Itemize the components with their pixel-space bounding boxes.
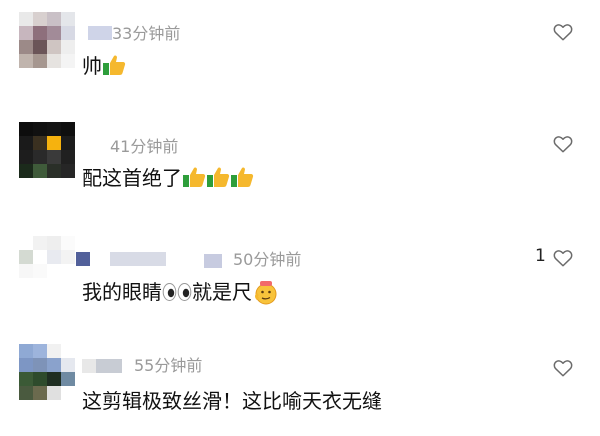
username[interactable]: [88, 26, 112, 40]
username[interactable]: [204, 254, 222, 268]
comment-timestamp: 55分钟前: [134, 356, 203, 375]
heart-outline-icon[interactable]: [553, 249, 573, 267]
comment-text: 我的眼睛 就是尺: [82, 279, 280, 305]
thumbs-up-icon: [207, 167, 230, 187]
thinking-face-666-icon: [255, 281, 277, 305]
eyes-icon: [162, 283, 177, 301]
comment-timestamp: 41分钟前: [110, 137, 179, 156]
thumbs-up-icon: [103, 55, 126, 75]
avatar[interactable]: [19, 12, 75, 68]
comment-text-content: 帅: [82, 54, 102, 78]
comment-text: 配这首绝了: [82, 165, 254, 191]
comment-item: 55分钟前 这剪辑极致丝滑！这比喻天衣无缝: [0, 328, 600, 436]
username[interactable]: [76, 252, 166, 266]
like-count: 1: [535, 246, 546, 266]
avatar[interactable]: [19, 344, 75, 400]
comment-timestamp: 50分钟前: [233, 250, 302, 269]
avatar[interactable]: [19, 122, 75, 178]
comment-item: 50分钟前 1 我的眼睛 就是尺: [0, 218, 600, 328]
comment-text-content: 配这首绝了: [82, 166, 182, 190]
comment-timestamp: 33分钟前: [112, 24, 181, 43]
heart-outline-icon[interactable]: [553, 135, 573, 153]
comment-text-before: 我的眼睛: [82, 280, 162, 304]
avatar[interactable]: [19, 236, 75, 292]
comment-text-after: 就是尺: [192, 280, 252, 304]
thumbs-up-icon: [231, 167, 254, 187]
comment-item: 33分钟前 帅: [0, 0, 600, 110]
thumbs-up-icon: [183, 167, 206, 187]
eyes-icon: [177, 283, 192, 301]
heart-outline-icon[interactable]: [553, 23, 573, 41]
comment-item: 41分钟前 配这首绝了: [0, 110, 600, 218]
comment-text: 这剪辑极致丝滑！这比喻天衣无缝: [82, 388, 382, 414]
heart-outline-icon[interactable]: [553, 359, 573, 377]
username[interactable]: [82, 359, 122, 373]
comment-text-content: 这剪辑极致丝滑！这比喻天衣无缝: [82, 389, 382, 413]
comment-text: 帅: [82, 53, 126, 79]
